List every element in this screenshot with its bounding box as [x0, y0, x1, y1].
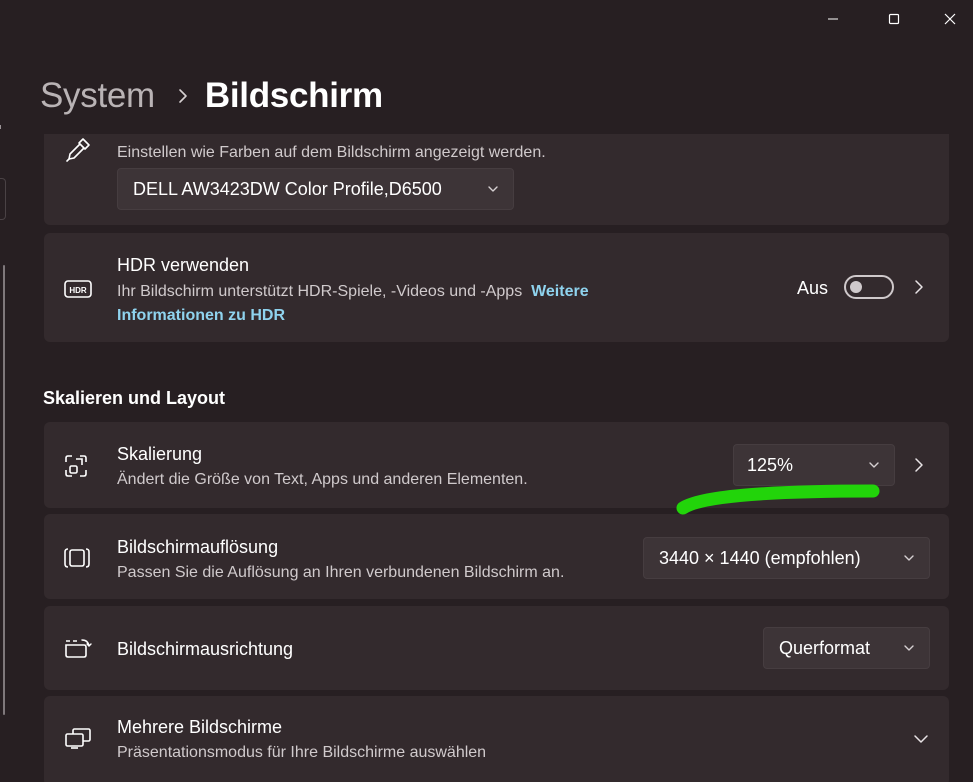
resolution-description: Passen Sie die Auflösung an Ihren verbun… — [117, 564, 565, 581]
hdr-card[interactable]: HDR HDR verwenden Ihr Bildschirm unterst… — [44, 233, 949, 342]
scaling-card[interactable]: Skalierung Ändert die Größe von Text, Ap… — [44, 422, 949, 508]
orientation-value: Querformat — [779, 637, 871, 658]
multiple-displays-title: Mehrere Bildschirme — [117, 717, 283, 737]
multiple-displays-icon — [65, 728, 91, 749]
close-button[interactable] — [932, 6, 968, 32]
multiple-displays-card[interactable]: Mehrere Bildschirme Präsentationsmodus f… — [44, 696, 949, 782]
maximize-icon — [888, 13, 900, 25]
multiple-displays-description: Präsentationsmodus für Ihre Bildschirme … — [117, 744, 487, 761]
breadcrumb-system[interactable]: System — [40, 76, 155, 116]
minimize-button[interactable] — [815, 6, 851, 32]
chevron-down-icon — [904, 645, 914, 651]
scaling-dropdown[interactable]: 125% — [733, 444, 895, 486]
scaling-value: 125% — [747, 454, 794, 475]
hdr-description-text: Ihr Bildschirm unterstützt HDR-Spiele, -… — [117, 283, 523, 300]
chevron-down-icon — [869, 462, 879, 468]
resolution-card: Bildschirmauflösung Passen Sie die Auflö… — [44, 514, 949, 599]
chevron-down-icon[interactable] — [913, 733, 929, 745]
minimize-icon — [828, 18, 838, 20]
toggle-knob — [850, 281, 862, 293]
orientation-title: Bildschirmausrichtung — [117, 639, 294, 659]
chevron-down-icon — [488, 186, 498, 192]
hdr-description: Ihr Bildschirm unterstützt HDR-Spiele, -… — [117, 280, 677, 328]
hdr-toggle-label: Aus — [796, 278, 828, 298]
resolution-title: Bildschirmauflösung — [117, 537, 279, 557]
chevron-right-icon — [179, 89, 187, 103]
settings-content: Einstellen wie Farben auf dem Bildschirm… — [0, 134, 973, 782]
orientation-card: Bildschirmausrichtung Querformat — [44, 606, 949, 690]
svg-text:HDR: HDR — [69, 286, 87, 295]
page-title: Bildschirm — [204, 76, 383, 115]
scale-icon — [65, 455, 87, 477]
color-profile-dropdown[interactable]: DELL AW3423DW Color Profile,D6500 — [117, 168, 514, 210]
orientation-dropdown[interactable]: Querformat — [763, 627, 930, 669]
scaling-description: Ändert die Größe von Text, Apps und ande… — [117, 471, 528, 488]
hdr-title: HDR verwenden — [117, 255, 250, 275]
section-title: Skalieren und Layout — [43, 388, 226, 408]
color-profile-card: Einstellen wie Farben auf dem Bildschirm… — [44, 134, 949, 225]
hdr-toggle[interactable] — [844, 275, 894, 299]
color-profile-value: DELL AW3423DW Color Profile,D6500 — [133, 178, 442, 199]
maximize-button[interactable] — [876, 6, 912, 32]
orientation-icon — [65, 639, 92, 658]
nav-edge-mark — [0, 125, 1, 129]
scaling-title: Skalierung — [117, 444, 203, 464]
hdr-icon: HDR — [64, 280, 92, 298]
close-icon — [944, 13, 956, 25]
eyedropper-icon — [66, 138, 90, 162]
chevron-right-icon[interactable] — [913, 457, 925, 473]
chevron-down-icon — [904, 555, 914, 561]
resolution-value: 3440 × 1440 (empfohlen) — [659, 547, 861, 568]
resolution-icon — [64, 548, 90, 568]
breadcrumb: System Bildschirm — [40, 74, 383, 118]
resolution-dropdown[interactable]: 3440 × 1440 (empfohlen) — [643, 537, 930, 579]
color-profile-description: Einstellen wie Farben auf dem Bildschirm… — [117, 144, 546, 161]
chevron-right-icon — [915, 280, 923, 294]
